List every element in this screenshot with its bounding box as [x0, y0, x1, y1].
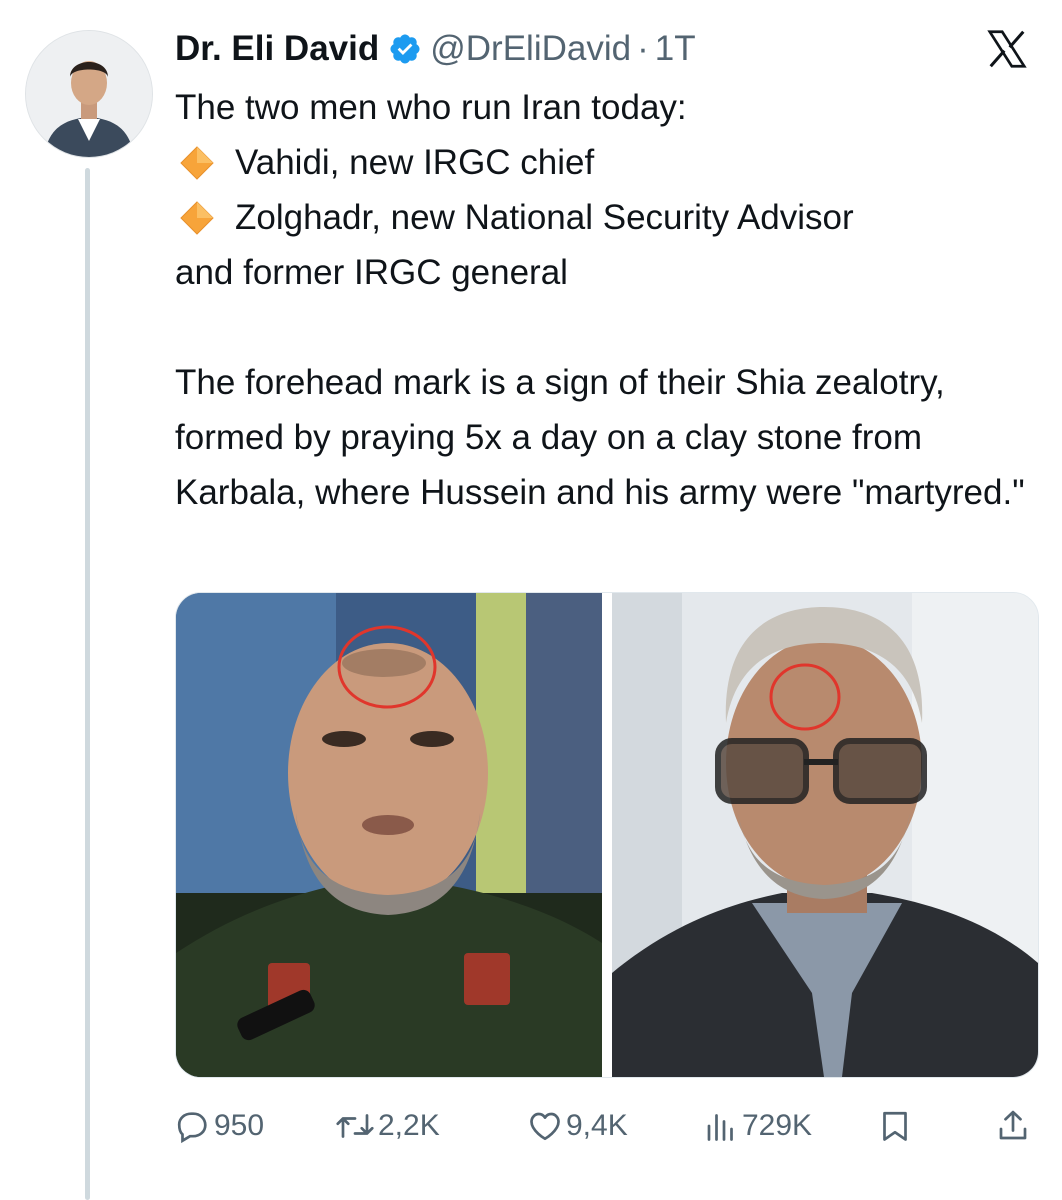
reply-icon	[177, 1112, 207, 1144]
repost-count: 2,2K	[378, 1109, 440, 1142]
repost-icon	[336, 1114, 374, 1138]
bookmark-icon	[883, 1111, 907, 1141]
tweet-actions: 950 2,2K 9,4K 729K	[175, 1100, 1037, 1152]
bullet-continuation: and former IRGC general	[175, 253, 568, 292]
repost-button[interactable]: 2,2K	[335, 1100, 440, 1152]
like-button[interactable]: 9,4K	[527, 1100, 628, 1152]
zolghadr-photo[interactable]	[612, 593, 1038, 1077]
bullet-item: Zolghadr, new National Security Advisor	[175, 190, 1045, 245]
author-name[interactable]: Dr. Eli David	[175, 29, 379, 69]
share-button[interactable]	[995, 1100, 1031, 1152]
bullet-item: Vahidi, new IRGC chief	[175, 135, 1045, 190]
author-avatar[interactable]	[25, 30, 153, 158]
like-count: 9,4K	[566, 1109, 628, 1142]
vahidi-photo[interactable]	[176, 593, 602, 1077]
views-button[interactable]: 729K	[703, 1100, 812, 1152]
x-logo-icon	[987, 30, 1027, 68]
author-handle[interactable]: @DrEliDavid	[430, 29, 631, 69]
zolghadr-image	[612, 593, 1038, 1077]
verified-badge-icon	[390, 34, 420, 64]
bookmark-button[interactable]	[877, 1100, 913, 1152]
tweet-text: The two men who run Iran today: Vahidi, …	[175, 80, 1045, 520]
reply-count: 950	[214, 1109, 265, 1142]
tweet-header: Dr. Eli David @DrEliDavid · 1T	[175, 24, 696, 74]
separator-dot: ·	[637, 29, 649, 68]
avatar-image	[26, 31, 152, 157]
reply-button[interactable]: 950	[175, 1100, 264, 1152]
vahidi-image	[176, 593, 602, 1077]
tweet-media	[175, 592, 1039, 1078]
views-count: 729K	[742, 1109, 813, 1142]
tweet-time[interactable]: 1T	[655, 29, 696, 69]
tweet-intro: The two men who run Iran today:	[175, 88, 687, 127]
orange-diamond-icon	[180, 145, 214, 180]
tweet-paragraph: The forehead mark is a sign of their Shi…	[175, 363, 1025, 512]
share-icon	[999, 1110, 1027, 1140]
thread-line	[85, 168, 90, 1200]
views-icon	[707, 1114, 733, 1141]
orange-diamond-icon	[180, 200, 214, 235]
bullet-text: Zolghadr, new National Security Advisor	[235, 198, 854, 237]
like-icon	[530, 1112, 560, 1141]
bullet-text: Vahidi, new IRGC chief	[235, 143, 595, 182]
